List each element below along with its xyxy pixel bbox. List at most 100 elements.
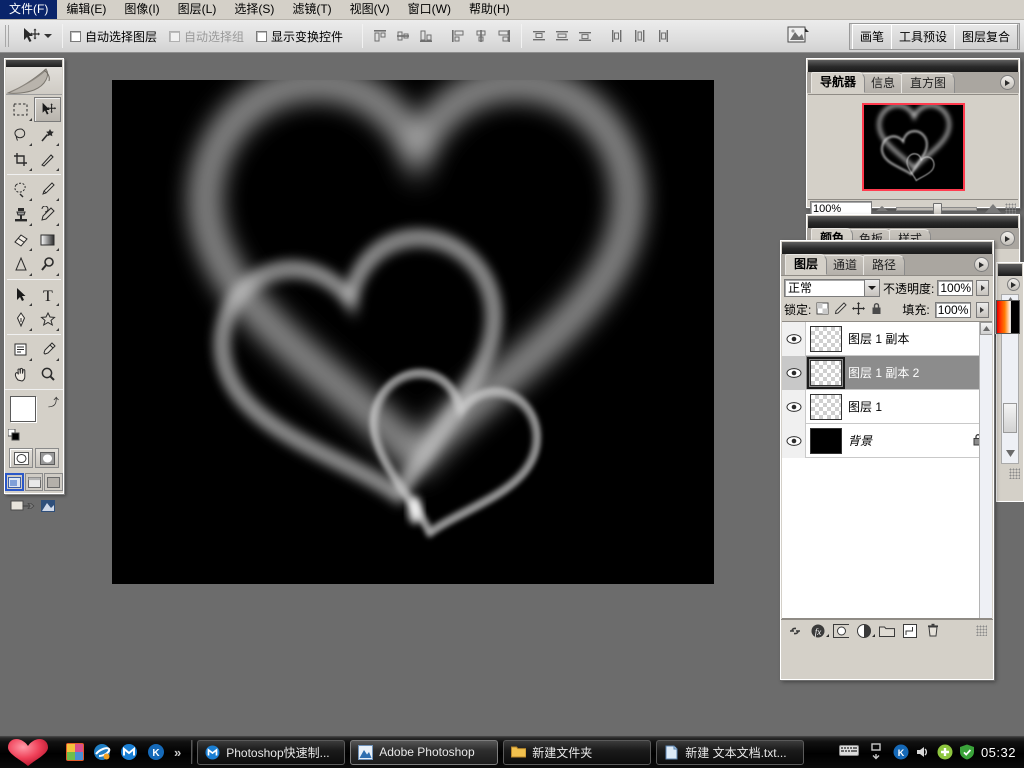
color-ramp[interactable]	[996, 300, 1020, 334]
standard-mode-button[interactable]	[9, 448, 33, 468]
layer-visibility-eye-icon[interactable]	[782, 355, 806, 390]
tab-histogram[interactable]: 直方图	[901, 73, 956, 93]
navigator-resize-grip[interactable]	[1005, 203, 1016, 214]
layer-thumbnail[interactable]	[810, 325, 842, 352]
layer-visibility-eye-icon[interactable]	[782, 322, 806, 356]
standard-screen-mode-button[interactable]	[5, 473, 24, 491]
align-right-edges-button[interactable]	[494, 26, 514, 46]
distribute-bottom-edges-button[interactable]	[575, 26, 595, 46]
options-bar-grip[interactable]	[2, 23, 12, 49]
menu-window[interactable]: 窗口(W)	[399, 0, 460, 19]
layer-visibility-eye-icon[interactable]	[782, 423, 806, 458]
layers-list[interactable]: 图层 1 副本 图层 1 副本 2 图层 1 背景	[782, 321, 992, 619]
quick-launch-overflow-icon[interactable]: »	[174, 745, 181, 760]
file-browser-icon[interactable]	[786, 24, 812, 48]
blend-mode-chevron-down-icon[interactable]	[864, 280, 879, 296]
new-layer-button[interactable]	[902, 623, 918, 639]
lock-all-icon[interactable]	[870, 302, 883, 318]
task-button-adobe-photoshop[interactable]: Adobe Photoshop	[350, 739, 499, 765]
color-palette-menu-button[interactable]	[1000, 231, 1015, 246]
well-tab-layer-comps[interactable]: 图层复合	[953, 24, 1018, 49]
toolbox-logo[interactable]	[6, 60, 62, 95]
history-brush-tool[interactable]	[34, 202, 61, 227]
menu-edit[interactable]: 编辑(E)	[57, 0, 115, 19]
distribute-vertical-centers-button[interactable]	[552, 26, 572, 46]
menu-help[interactable]: 帮助(H)	[460, 0, 519, 19]
layer-name[interactable]: 图层 1 副本	[848, 330, 992, 347]
toolbox-titlebar[interactable]	[6, 60, 62, 67]
scroll-down-arrow-icon[interactable]	[1002, 450, 1018, 460]
full-screen-mode-button[interactable]	[44, 473, 63, 491]
navigator-titlebar[interactable]	[808, 60, 1018, 72]
auto-select-layer-option[interactable]: 自动选择图层	[70, 28, 157, 45]
eraser-tool[interactable]	[7, 227, 34, 252]
new-group-button[interactable]	[879, 623, 895, 639]
menu-view[interactable]: 视图(V)	[341, 0, 399, 19]
task-button-new-folder[interactable]: 新建文件夹	[503, 739, 652, 765]
move-tool[interactable]	[34, 97, 61, 122]
custom-shape-tool[interactable]	[34, 307, 61, 332]
tab-channels[interactable]: 通道	[824, 255, 867, 275]
gradient-tool[interactable]	[34, 227, 61, 252]
full-screen-with-menubar-button[interactable]	[24, 473, 44, 491]
docked-palette-resize-grip[interactable]	[1009, 468, 1020, 479]
default-colors-icon[interactable]	[7, 428, 21, 442]
new-adjustment-layer-button[interactable]	[856, 623, 875, 639]
document-canvas[interactable]	[112, 80, 714, 584]
magic-wand-tool[interactable]	[34, 122, 61, 147]
color-palette-titlebar[interactable]	[808, 216, 1018, 228]
notes-tool[interactable]	[7, 337, 34, 362]
zoom-tool[interactable]	[34, 362, 61, 387]
align-left-edges-button[interactable]	[448, 26, 468, 46]
opacity-slider-button[interactable]	[976, 280, 990, 296]
swap-colors-icon[interactable]: ⤴	[48, 394, 59, 410]
lock-transparent-pixels-icon[interactable]	[816, 302, 829, 318]
zoom-in-icon[interactable]	[985, 204, 1001, 213]
kingsoft-icon[interactable]: K	[893, 744, 909, 760]
task-button-text-document[interactable]: 新建 文本文档.txt...	[656, 739, 805, 765]
navigator-thumbnail[interactable]	[861, 102, 965, 191]
layer-visibility-eye-icon[interactable]	[782, 389, 806, 424]
show-transform-controls-option[interactable]: 显示变换控件	[256, 28, 343, 45]
blend-mode-select[interactable]: 正常	[784, 279, 880, 297]
docked-palette-titlebar[interactable]	[998, 264, 1022, 276]
layer-thumbnail[interactable]	[810, 427, 842, 454]
table-row[interactable]: 图层 1 副本	[782, 322, 992, 356]
tab-info[interactable]: 信息	[862, 73, 905, 93]
well-tab-brushes[interactable]: 画笔	[851, 24, 892, 49]
task-button-photoshop-tutorial[interactable]: Photoshop快速制...	[197, 739, 346, 765]
volume-icon[interactable]	[915, 744, 931, 760]
layer-thumbnail[interactable]	[810, 393, 842, 420]
navigator-menu-button[interactable]	[1000, 75, 1015, 90]
menu-file[interactable]: 文件(F)	[0, 0, 58, 19]
well-tab-tool-presets[interactable]: 工具预设	[890, 24, 955, 49]
shield-icon[interactable]	[959, 744, 975, 760]
lasso-tool[interactable]	[7, 122, 34, 147]
foreground-color-swatch[interactable]	[10, 396, 36, 422]
docked-palette-menu-button[interactable]	[1007, 278, 1020, 291]
show-transform-controls-checkbox[interactable]	[256, 30, 268, 42]
dodge-tool[interactable]	[34, 252, 61, 277]
auto-select-layer-checkbox[interactable]	[70, 30, 81, 42]
layer-thumbnail[interactable]	[807, 356, 845, 389]
jump-to-imageready[interactable]	[5, 494, 63, 518]
layers-scrollbar[interactable]	[979, 322, 992, 618]
clone-stamp-tool[interactable]	[7, 202, 34, 227]
lock-position-icon[interactable]	[852, 301, 866, 318]
lock-image-pixels-icon[interactable]	[834, 301, 848, 318]
distribute-top-edges-button[interactable]	[529, 26, 549, 46]
ie-icon[interactable]	[93, 743, 111, 761]
table-row[interactable]: 图层 1 副本 2	[782, 355, 992, 390]
360-safe-icon[interactable]	[937, 744, 953, 760]
menu-filter[interactable]: 滤镜(T)	[283, 0, 340, 19]
align-vertical-centers-button[interactable]	[393, 26, 413, 46]
opacity-input[interactable]: 100%	[937, 280, 974, 296]
pen-tool[interactable]	[7, 307, 34, 332]
fill-input[interactable]: 100%	[934, 301, 971, 318]
delete-layer-button[interactable]	[925, 623, 941, 639]
healing-brush-tool[interactable]	[7, 177, 34, 202]
align-horizontal-centers-button[interactable]	[471, 26, 491, 46]
menu-layer[interactable]: 图层(L)	[169, 0, 226, 19]
show-desktop-icon[interactable]	[66, 743, 84, 761]
taskbar-clock[interactable]: 05:32	[981, 745, 1016, 760]
